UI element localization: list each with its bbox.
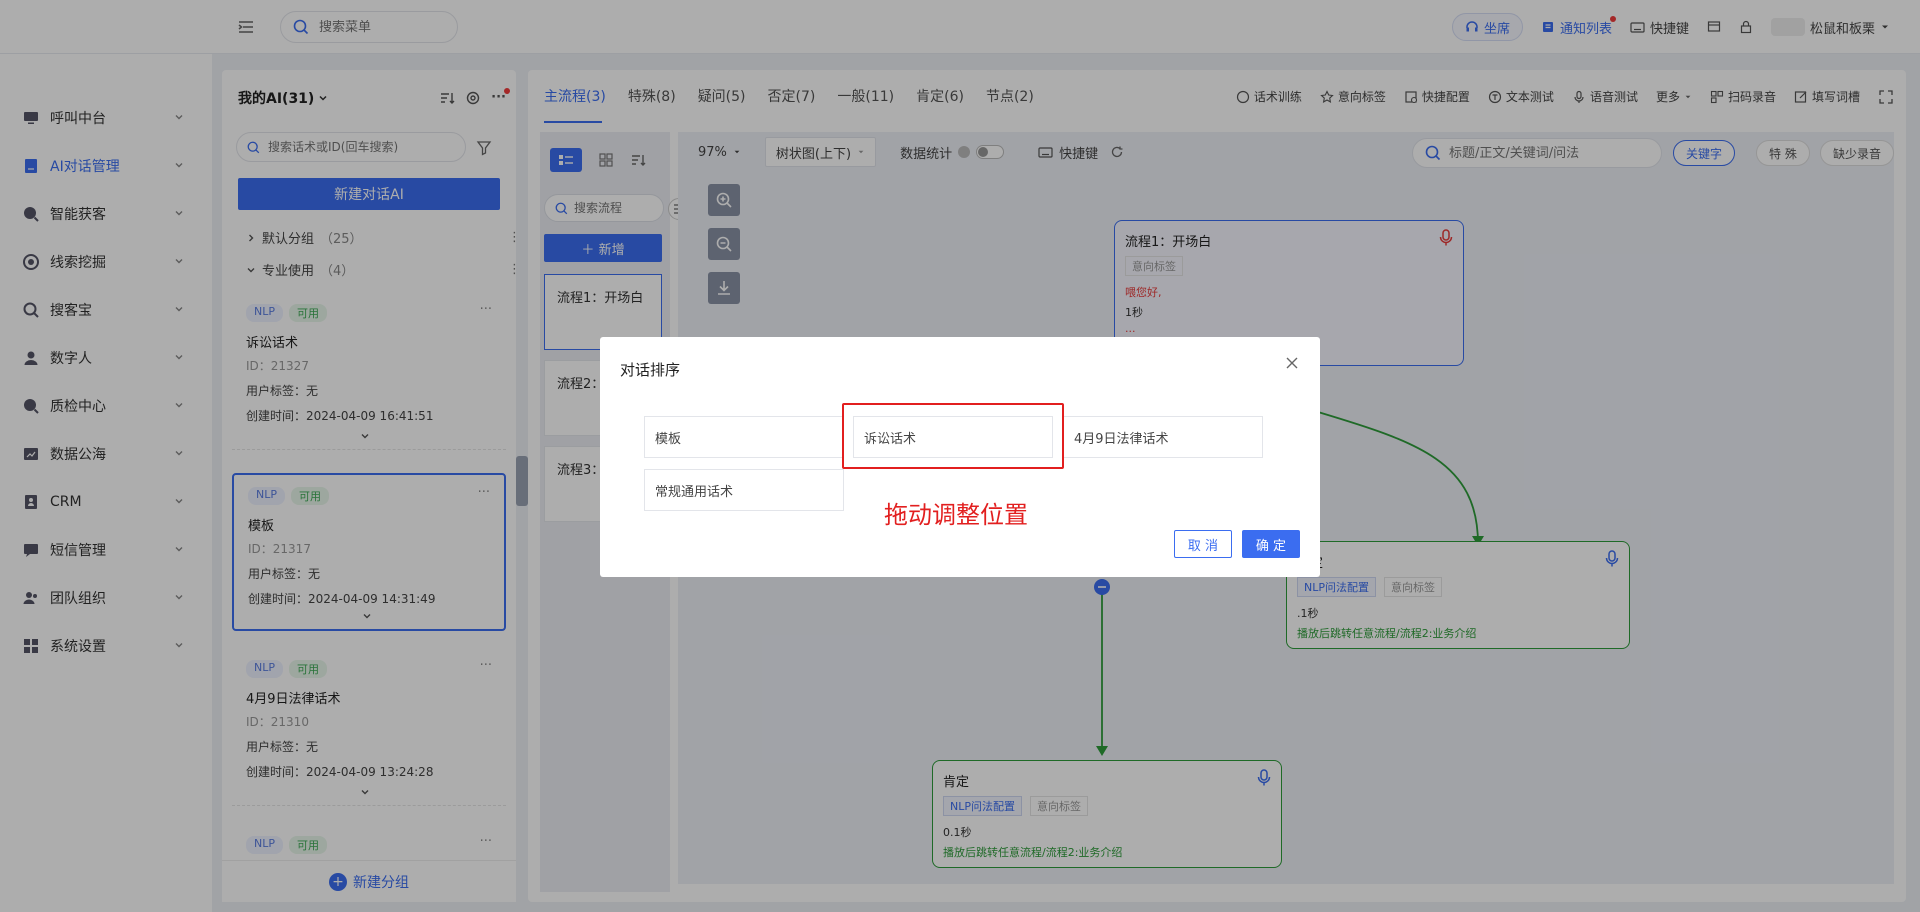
drag-hint-text: 拖动调整位置	[884, 501, 1028, 529]
close-icon[interactable]	[1284, 355, 1300, 371]
cancel-button[interactable]: 取 消	[1174, 530, 1232, 558]
sort-item[interactable]: 4月9日法律话术	[1063, 416, 1263, 458]
drag-highlight-box	[842, 403, 1064, 469]
sort-item[interactable]: 常规通用话术	[644, 469, 844, 511]
sort-item[interactable]: 模板	[644, 416, 844, 458]
sort-dialog: 对话排序 模板 诉讼话术 4月9日法律话术 常规通用话术 拖动调整位置 取 消 …	[600, 337, 1320, 577]
dialog-title: 对话排序	[620, 361, 681, 379]
confirm-button[interactable]: 确 定	[1242, 530, 1300, 558]
